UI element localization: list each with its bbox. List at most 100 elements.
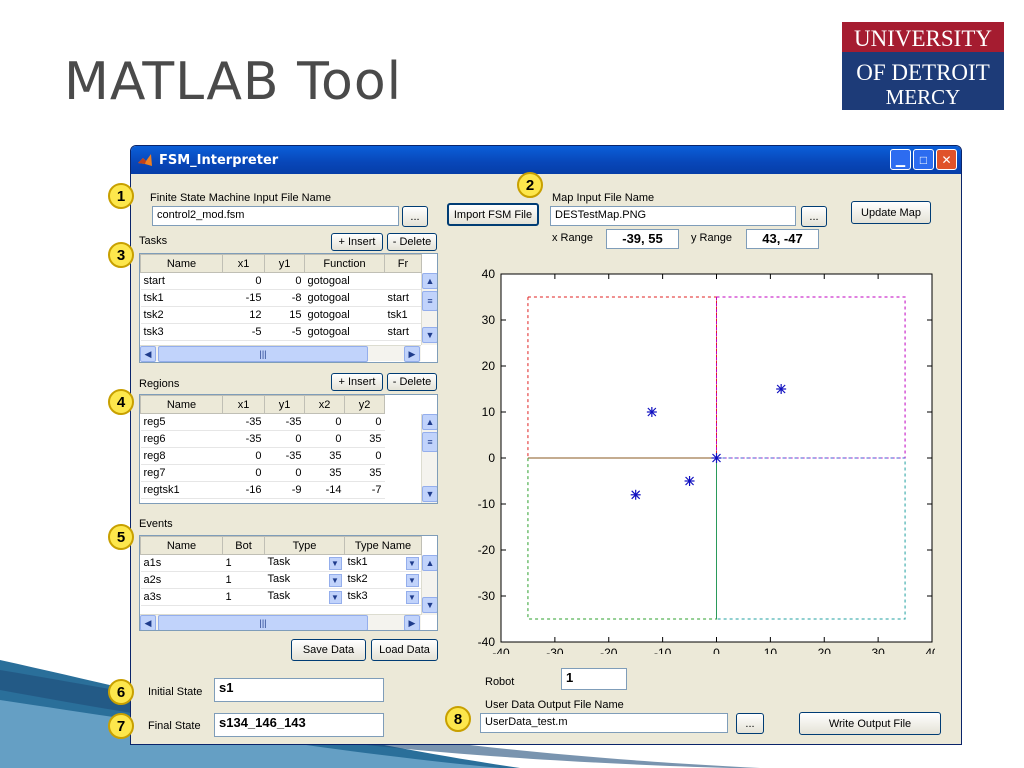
scroll-down-icon[interactable]: ▼ (422, 486, 437, 502)
scroll-down-icon[interactable]: ▼ (422, 327, 437, 343)
chevron-down-icon[interactable]: ▼ (328, 557, 342, 570)
cell[interactable]: -15 (222, 289, 265, 307)
cell[interactable]: 0 (264, 430, 305, 448)
regions-vscrollbar[interactable]: ▲ ≡ ▼ (421, 414, 437, 503)
cell[interactable]: -9 (264, 481, 305, 499)
map-plot[interactable]: -40-30-20-10010203040-40-30-20-100102030… (459, 264, 935, 654)
type-dropdown[interactable]: Task ▼ (264, 554, 345, 572)
cell[interactable]: -35 (264, 447, 305, 465)
scroll-thumb[interactable]: ||| (158, 615, 368, 630)
tasks-col-function[interactable]: Function (304, 254, 385, 273)
events-vscrollbar[interactable]: ▲ ▼ (421, 555, 437, 615)
cell[interactable]: 35 (344, 464, 385, 482)
final-state-field[interactable]: s134_146_143 (214, 713, 384, 737)
cell[interactable]: start (384, 289, 422, 307)
cell[interactable]: gotogoal (304, 323, 385, 341)
cell[interactable]: a3s (140, 588, 223, 606)
tasks-vscrollbar[interactable]: ▲ ≡ ▼ (421, 273, 437, 345)
write-output-button[interactable]: Write Output File (799, 712, 941, 735)
cell[interactable]: reg5 (140, 413, 223, 431)
import-fsm-button[interactable]: Import FSM File (447, 203, 539, 226)
cell[interactable]: tsk2 (140, 306, 223, 324)
scroll-down-icon[interactable]: ▼ (422, 597, 437, 613)
table-row[interactable]: reg6 -35 0 0 35 (140, 430, 385, 448)
scroll-right-icon[interactable]: ▶ (404, 615, 420, 630)
cell[interactable]: 0 (304, 430, 345, 448)
table-row[interactable]: start 0 0 gotogoal (140, 272, 422, 290)
maximize-button[interactable]: □ (913, 149, 934, 170)
chevron-down-icon[interactable]: ▼ (328, 574, 342, 587)
table-row[interactable]: tsk2 12 15 gotogoal tsk1 (140, 306, 422, 324)
cell[interactable]: 12 (222, 306, 265, 324)
initial-state-field[interactable]: s1 (214, 678, 384, 702)
window-titlebar[interactable]: FSM_Interpreter ▁ □ ✕ (131, 146, 961, 174)
cell[interactable]: 35 (344, 430, 385, 448)
cell[interactable]: -5 (222, 323, 265, 341)
table-row[interactable]: reg7 0 0 35 35 (140, 464, 385, 482)
output-browse-button[interactable]: ... (736, 713, 764, 734)
cell[interactable]: -35 (222, 430, 265, 448)
scroll-left-icon[interactable]: ◀ (140, 346, 156, 362)
fsm-input-field[interactable]: control2_mod.fsm (152, 206, 399, 226)
load-data-button[interactable]: Load Data (371, 639, 438, 661)
close-button[interactable]: ✕ (936, 149, 957, 170)
cell[interactable]: 1 (222, 554, 265, 572)
cell[interactable]: reg8 (140, 447, 223, 465)
table-row[interactable]: reg8 0 -35 35 0 (140, 447, 385, 465)
cell[interactable]: gotogoal (304, 289, 385, 307)
regions-col-x1[interactable]: x1 (222, 395, 265, 414)
scroll-thumb[interactable]: ≡ (422, 432, 437, 452)
cell[interactable]: 35 (304, 464, 345, 482)
cell[interactable]: 0 (264, 464, 305, 482)
cell[interactable]: gotogoal (304, 272, 385, 290)
regions-insert-button[interactable]: + Insert (331, 373, 383, 391)
cell[interactable]: -7 (344, 481, 385, 499)
tasks-col-x1[interactable]: x1 (222, 254, 265, 273)
cell[interactable]: 0 (304, 413, 345, 431)
regions-col-y1[interactable]: y1 (264, 395, 305, 414)
map-input-field[interactable]: DESTestMap.PNG (550, 206, 796, 226)
cell[interactable]: 0 (222, 272, 265, 290)
events-col-bot[interactable]: Bot (222, 536, 265, 555)
tasks-delete-button[interactable]: - Delete (387, 233, 437, 251)
tasks-col-from[interactable]: Fr (384, 254, 422, 273)
table-row[interactable]: tsk3 -5 -5 gotogoal start (140, 323, 422, 341)
table-row[interactable]: reg5 -35 -35 0 0 (140, 413, 385, 431)
scroll-left-icon[interactable]: ◀ (140, 615, 156, 630)
cell[interactable]: gotogoal (304, 306, 385, 324)
cell[interactable]: regtsk1 (140, 481, 223, 499)
tasks-col-y1[interactable]: y1 (264, 254, 305, 273)
regions-table[interactable]: Name x1 y1 x2 y2 reg5 -35 -35 0 0 reg6 -35 0 0 3… (139, 394, 438, 504)
cell[interactable]: 1 (222, 588, 265, 606)
cell[interactable]: 0 (264, 272, 305, 290)
scroll-up-icon[interactable]: ▲ (422, 555, 437, 571)
events-col-name[interactable]: Name (140, 536, 223, 555)
minimize-button[interactable]: ▁ (890, 149, 911, 170)
cell[interactable]: -35 (222, 413, 265, 431)
type-dropdown[interactable]: Task ▼ (264, 588, 345, 606)
type-name-dropdown[interactable]: tsk3 ▼ (344, 588, 422, 606)
scroll-right-icon[interactable]: ▶ (404, 346, 420, 362)
chevron-down-icon[interactable]: ▼ (328, 591, 342, 604)
cell[interactable]: 35 (304, 447, 345, 465)
cell[interactable]: -5 (264, 323, 305, 341)
output-file-field[interactable]: UserData_test.m (480, 713, 728, 733)
cell[interactable]: 15 (264, 306, 305, 324)
cell[interactable]: a2s (140, 571, 223, 589)
tasks-insert-button[interactable]: + Insert (331, 233, 383, 251)
cell[interactable]: 0 (222, 464, 265, 482)
regions-col-x2[interactable]: x2 (304, 395, 345, 414)
type-dropdown[interactable]: Task ▼ (264, 571, 345, 589)
chevron-down-icon[interactable]: ▼ (405, 574, 419, 587)
y-range-field[interactable]: 43, -47 (746, 229, 819, 249)
update-map-button[interactable]: Update Map (851, 201, 931, 224)
events-hscrollbar[interactable]: ◀ ||| ▶ (140, 614, 421, 630)
scroll-thumb[interactable]: ||| (158, 346, 368, 362)
cell[interactable]: -16 (222, 481, 265, 499)
cell[interactable]: a1s (140, 554, 223, 572)
cell[interactable]: tsk1 (140, 289, 223, 307)
cell[interactable]: 0 (344, 447, 385, 465)
table-row[interactable]: a2s 1 Task ▼ tsk2 ▼ (140, 571, 422, 589)
fsm-browse-button[interactable]: ... (402, 206, 428, 227)
cell[interactable]: reg6 (140, 430, 223, 448)
